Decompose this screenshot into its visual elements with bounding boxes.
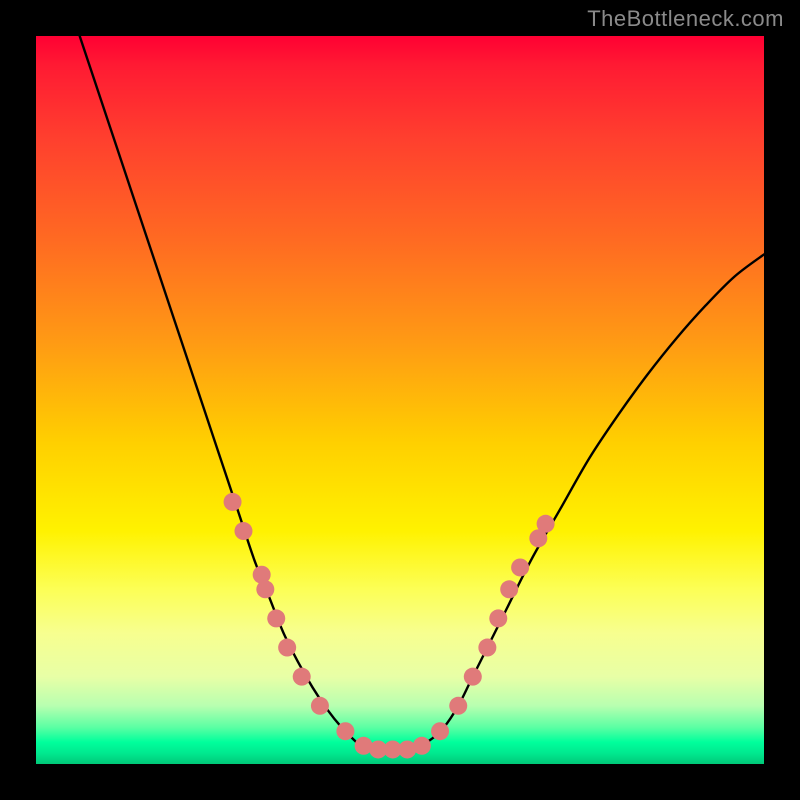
chart-stage: TheBottleneck.com (0, 0, 800, 800)
curve-dot (311, 697, 329, 715)
plot-area (36, 36, 764, 764)
curve-dot (293, 668, 311, 686)
curve-dot (224, 493, 242, 511)
chart-svg (36, 36, 764, 764)
curve-dot (267, 609, 285, 627)
curve-dot (336, 722, 354, 740)
curve-dot (278, 639, 296, 657)
bottleneck-curve (80, 36, 764, 750)
curve-dot (431, 722, 449, 740)
watermark-text: TheBottleneck.com (587, 6, 784, 32)
curve-dot (256, 580, 274, 598)
curve-dot (511, 558, 529, 576)
curve-dot (413, 737, 431, 755)
curve-dot (464, 668, 482, 686)
curve-dot (234, 522, 252, 540)
curve-dot (489, 609, 507, 627)
curve-dot (478, 639, 496, 657)
curve-dot (500, 580, 518, 598)
curve-dot (449, 697, 467, 715)
curve-dots-group (224, 493, 555, 759)
curve-dot (537, 515, 555, 533)
